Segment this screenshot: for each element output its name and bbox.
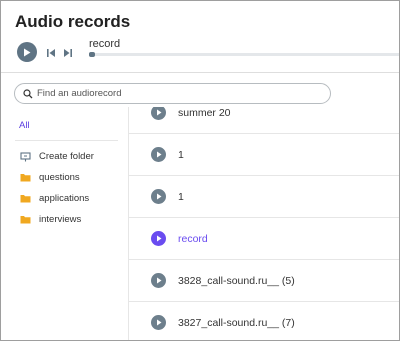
record-name: 3828_call-sound.ru__ (5): [178, 274, 295, 287]
record-name: record: [178, 232, 208, 245]
sidebar-folder-applications[interactable]: applications: [20, 193, 89, 204]
folder-icon: [20, 195, 31, 203]
add-folder-icon: [20, 152, 31, 162]
play-icon: [156, 151, 161, 158]
record-play-button[interactable]: [151, 147, 166, 162]
folder-label: questions: [39, 172, 80, 183]
list-item[interactable]: 1: [129, 176, 399, 218]
play-icon: [156, 319, 161, 326]
playback-progress-handle[interactable]: [89, 52, 96, 57]
skip-previous-icon: [47, 49, 55, 57]
search-box[interactable]: [14, 83, 331, 104]
list-item[interactable]: 3827_call-sound.ru__ (7): [129, 302, 399, 340]
playback-progress-bar[interactable]: [89, 52, 399, 57]
search-input[interactable]: [37, 88, 317, 99]
skip-next-icon: [64, 49, 72, 57]
record-play-button[interactable]: [151, 273, 166, 288]
folder-icon: [20, 216, 31, 224]
list-item[interactable]: summer 20: [129, 107, 399, 134]
play-icon: [24, 48, 31, 56]
record-play-button[interactable]: [151, 189, 166, 204]
list-item-active[interactable]: record: [129, 218, 399, 260]
create-folder-label: Create folder: [39, 151, 94, 162]
header-divider: [1, 72, 399, 73]
folder-label: interviews: [39, 214, 82, 225]
next-track-button[interactable]: [62, 46, 74, 58]
current-track-name: record: [89, 38, 121, 50]
folder-label: applications: [39, 193, 90, 204]
audio-records-panel: Audio records record All Create folder q…: [0, 0, 400, 341]
sidebar-folder-questions[interactable]: questions: [20, 172, 80, 183]
list-item[interactable]: 3828_call-sound.ru__ (5): [129, 260, 399, 302]
records-list: summer 20 1 1 record 3828_call-sound.ru_…: [129, 107, 399, 340]
page-title: Audio records: [15, 12, 131, 31]
play-icon: [156, 277, 161, 284]
filter-all[interactable]: All: [19, 120, 30, 131]
search-icon: [23, 88, 33, 98]
record-play-button[interactable]: [151, 315, 166, 330]
player-play-button[interactable]: [17, 42, 37, 62]
folder-icon: [20, 174, 31, 182]
play-icon: [156, 109, 161, 116]
list-item[interactable]: 1: [129, 134, 399, 176]
record-name: 1: [178, 190, 184, 203]
record-name: 1: [178, 148, 184, 161]
record-name: 3827_call-sound.ru__ (7): [178, 316, 295, 329]
create-folder-button[interactable]: Create folder: [20, 151, 94, 162]
previous-track-button[interactable]: [45, 46, 57, 58]
sidebar-folder-interviews[interactable]: interviews: [20, 214, 81, 225]
play-icon: [156, 235, 161, 242]
play-icon: [156, 193, 161, 200]
record-play-button[interactable]: [151, 107, 166, 120]
record-name: summer 20: [178, 107, 231, 119]
sidebar-divider: [15, 140, 118, 141]
record-play-button[interactable]: [151, 231, 166, 246]
